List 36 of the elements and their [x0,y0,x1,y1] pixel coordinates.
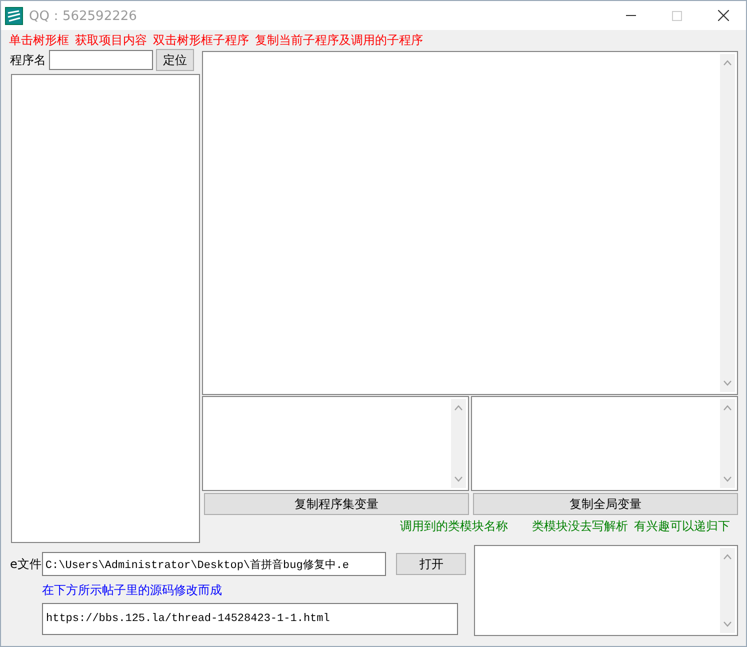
scrollbar[interactable] [451,399,466,488]
scroll-down-icon[interactable] [723,621,732,627]
maximize-icon[interactable] [672,10,682,20]
close-icon[interactable] [718,10,728,21]
hint-text: 复制当前子程序及调用的子程序 [255,32,423,48]
scroll-down-icon[interactable] [454,476,463,482]
name-field[interactable] [49,50,153,70]
scroll-up-icon[interactable] [454,405,463,411]
note-text: 有兴趣可以递归下 [634,518,730,535]
scroll-up-icon[interactable] [723,405,732,411]
scrollbar[interactable] [720,399,735,488]
scroll-up-icon[interactable] [723,60,732,66]
locate-button[interactable]: 定位 [156,49,194,71]
scroll-down-icon[interactable] [723,380,732,386]
note-text: 调用到的类模块名称 [400,518,508,535]
copy-button[interactable]: 复制程序集变量 [204,493,469,515]
text-area[interactable] [474,545,738,636]
copy-button[interactable]: 复制全局变量 [473,493,738,515]
hint-text: 单击树形框 [9,32,69,48]
open-button[interactable]: 打开 [396,553,466,575]
scrollbar[interactable] [720,548,735,633]
field-label: 程序名 [10,52,46,68]
scrollbar[interactable] [720,54,735,392]
source-note: 在下方所示帖子里的源码修改而成 [42,582,223,599]
window-title: QQ：562592226 [29,8,138,24]
field-label: e文件 [10,556,42,572]
app-icon [5,6,23,24]
hint-text: 双击树形框子程序 [153,32,249,48]
url-field[interactable]: https://bbs.125.la/thread-14528423-1-1.html [42,603,458,635]
text-area[interactable] [202,396,469,491]
text-area[interactable] [471,396,738,491]
hint-text: 获取项目内容 [75,32,147,48]
note-text: 类模块没去写解析 [532,518,628,535]
file-path-field[interactable]: C:\Users\Administrator\Desktop\首拼音bug修复中.e [42,552,386,576]
scroll-down-icon[interactable] [723,476,732,482]
scroll-up-icon[interactable] [723,554,732,560]
